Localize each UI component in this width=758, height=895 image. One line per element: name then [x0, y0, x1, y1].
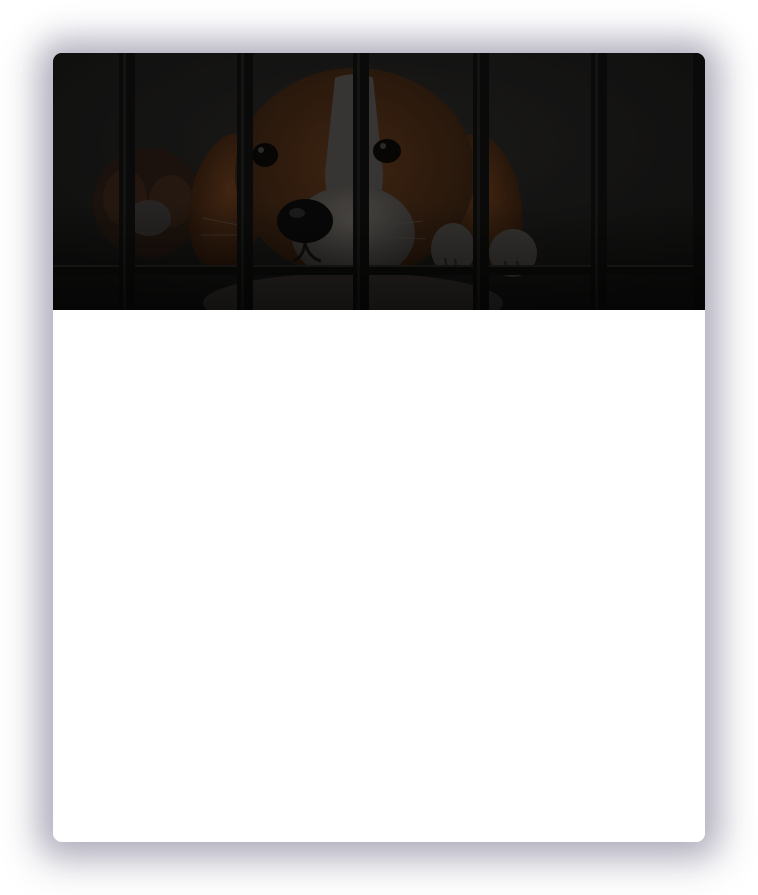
page-backdrop — [0, 0, 758, 895]
card — [53, 53, 705, 842]
hero-image — [53, 53, 705, 310]
card-body — [53, 310, 705, 842]
puppy-cage-illustration — [53, 53, 705, 310]
